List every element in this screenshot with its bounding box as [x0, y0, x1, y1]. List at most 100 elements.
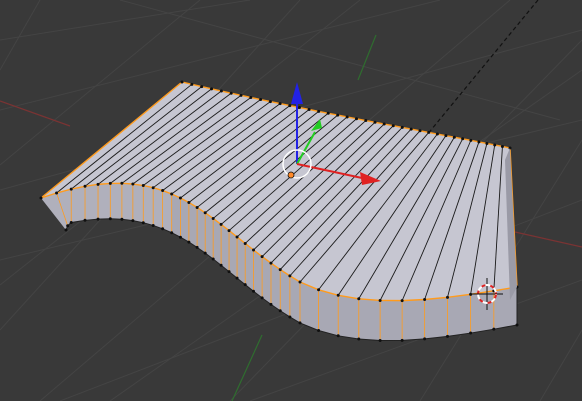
mesh-vertex[interactable] — [317, 288, 321, 292]
wave-mesh-object[interactable] — [39, 80, 519, 342]
mesh-vertex[interactable] — [278, 309, 282, 313]
mesh-vertex[interactable] — [180, 80, 184, 84]
mesh-vertex[interactable] — [83, 184, 87, 188]
mesh-vertex[interactable] — [269, 261, 273, 265]
mesh-vertex[interactable] — [210, 87, 214, 91]
mesh-vertex[interactable] — [151, 186, 155, 190]
mesh-vertex[interactable] — [317, 109, 321, 113]
mesh-vertex[interactable] — [141, 221, 145, 225]
mesh-vertex[interactable] — [211, 257, 215, 261]
mesh-vertex[interactable] — [219, 222, 223, 226]
mesh-vertex[interactable] — [378, 338, 382, 342]
mesh-vertex[interactable] — [268, 100, 272, 104]
mesh-vertex[interactable] — [336, 293, 340, 297]
mesh-vertex[interactable] — [170, 231, 174, 235]
viewport-scene[interactable] — [0, 0, 582, 401]
mesh-vertex[interactable] — [492, 327, 496, 331]
mesh-vertex[interactable] — [64, 228, 68, 232]
mesh-vertex[interactable] — [260, 296, 264, 300]
mesh-vertex[interactable] — [288, 315, 292, 319]
mesh-vertex[interactable] — [469, 331, 473, 335]
mesh-vertex[interactable] — [170, 192, 174, 196]
mesh-vertex[interactable] — [278, 268, 282, 272]
mesh-vertex[interactable] — [345, 115, 349, 119]
mesh-vertex[interactable] — [446, 295, 450, 299]
mesh-vertex[interactable] — [278, 102, 282, 106]
mesh-vertex[interactable] — [96, 217, 100, 221]
mesh-vertex[interactable] — [203, 211, 207, 215]
mesh-vertex[interactable] — [355, 117, 358, 121]
mesh-vertex[interactable] — [219, 89, 223, 93]
mesh-vertex[interactable] — [131, 182, 135, 186]
mesh-vertex[interactable] — [373, 120, 377, 124]
mesh-vertex[interactable] — [435, 132, 439, 136]
mesh-vertex[interactable] — [203, 251, 207, 255]
mesh-vertex[interactable] — [418, 129, 422, 133]
mesh-vertex[interactable] — [187, 201, 191, 204]
mesh-vertex[interactable] — [227, 270, 231, 274]
mesh-vertex[interactable] — [187, 240, 191, 244]
mesh-vertex[interactable] — [288, 104, 292, 108]
mesh-vertex[interactable] — [364, 119, 368, 123]
mesh-vertex[interactable] — [378, 298, 382, 302]
mesh-vertex[interactable] — [298, 280, 302, 284]
mesh-vertex[interactable] — [55, 191, 59, 195]
mesh-vertex[interactable] — [195, 245, 199, 249]
mesh-vertex[interactable] — [469, 138, 473, 142]
mesh-vertex[interactable] — [141, 184, 145, 188]
mesh-vertex[interactable] — [120, 217, 124, 221]
mesh-vertex[interactable] — [96, 182, 100, 186]
mesh-vertex[interactable] — [357, 337, 361, 341]
mesh-vertex[interactable] — [382, 122, 386, 126]
mesh-vertex[interactable] — [336, 334, 340, 338]
mesh-vertex[interactable] — [235, 276, 239, 280]
mesh-vertex[interactable] — [485, 141, 489, 145]
mesh-vertex[interactable] — [39, 196, 43, 200]
mesh-vertex[interactable] — [297, 106, 301, 110]
mesh-vertex[interactable] — [400, 125, 404, 129]
mesh-vertex[interactable] — [444, 134, 448, 138]
mesh-vertex[interactable] — [120, 181, 124, 185]
mesh-vertex[interactable] — [423, 297, 427, 301]
mesh-vertex[interactable] — [200, 85, 204, 89]
mesh-vertex[interactable] — [288, 274, 292, 278]
mesh-vertex[interactable] — [161, 227, 165, 231]
mesh-vertex[interactable] — [190, 82, 194, 86]
mesh-vertex[interactable] — [400, 338, 404, 342]
mesh-vertex[interactable] — [211, 216, 215, 220]
mesh-vertex[interactable] — [69, 187, 73, 191]
z-arrow-head-icon[interactable] — [291, 82, 303, 104]
mesh-vertex[interactable] — [357, 297, 361, 301]
mesh-vertex[interactable] — [326, 111, 330, 115]
mesh-vertex[interactable] — [235, 235, 239, 239]
mesh-vertex[interactable] — [249, 95, 253, 99]
mesh-vertex[interactable] — [83, 218, 87, 222]
mesh-vertex[interactable] — [452, 135, 456, 139]
mesh-vertex[interactable] — [307, 107, 311, 111]
mesh-vertex[interactable] — [108, 217, 112, 221]
mesh-vertex[interactable] — [423, 337, 427, 341]
mesh-vertex[interactable] — [219, 263, 223, 267]
mesh-vertex[interactable] — [515, 323, 519, 327]
mesh-vertex[interactable] — [409, 127, 413, 131]
mesh-vertex[interactable] — [252, 248, 256, 252]
mesh-vertex[interactable] — [500, 144, 504, 148]
mesh-vertex[interactable] — [477, 140, 481, 144]
mesh-vertex[interactable] — [259, 98, 263, 102]
mesh-vertex[interactable] — [195, 205, 199, 209]
mesh-vertex[interactable] — [161, 189, 165, 193]
3d-viewport[interactable] — [0, 0, 582, 401]
mesh-vertex[interactable] — [66, 224, 70, 228]
mesh-vertex[interactable] — [243, 241, 247, 245]
mesh-vertex[interactable] — [151, 223, 155, 227]
mesh-vertex[interactable] — [336, 113, 340, 117]
mesh-vertex[interactable] — [461, 137, 465, 141]
mesh-vertex[interactable] — [131, 219, 135, 223]
mesh-vertex[interactable] — [493, 143, 497, 147]
mesh-vertex[interactable] — [69, 220, 73, 224]
mesh-vertex[interactable] — [269, 302, 273, 306]
mesh-vertex[interactable] — [260, 255, 264, 259]
mesh-vertex[interactable] — [446, 334, 450, 338]
mesh-vertex[interactable] — [427, 130, 431, 134]
mesh-vertex[interactable] — [178, 196, 182, 200]
